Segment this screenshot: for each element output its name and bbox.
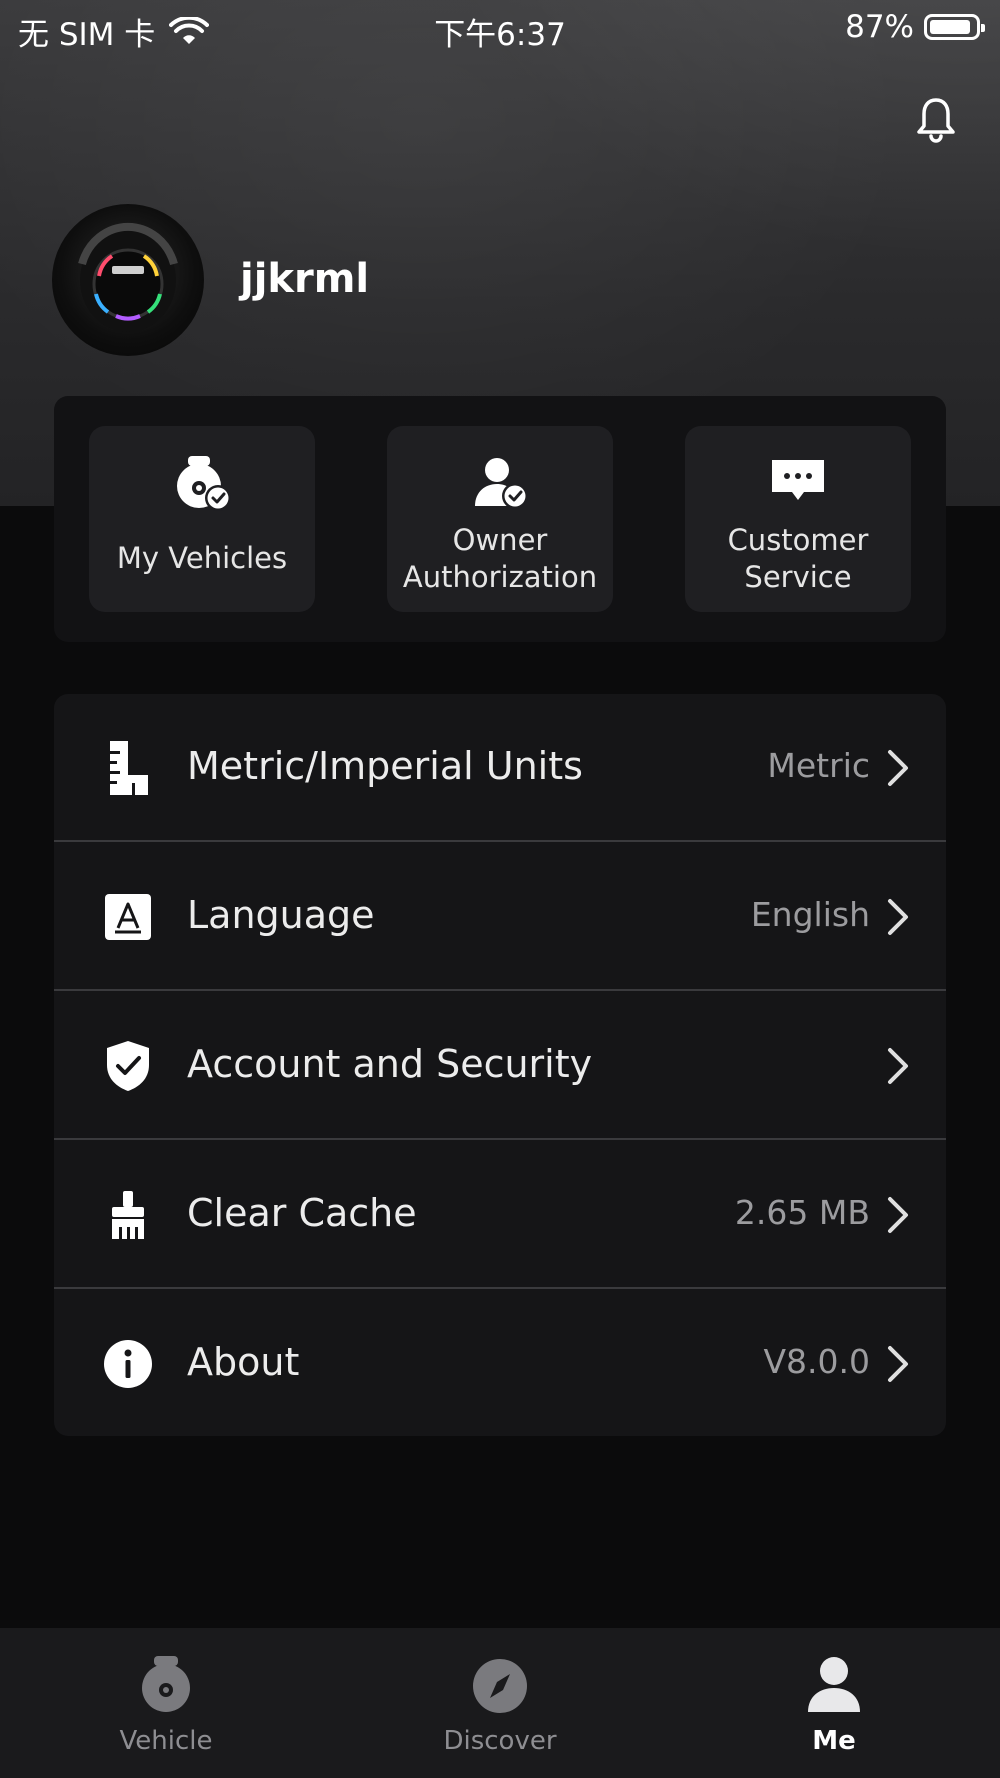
battery-percentage: 87% [845,9,914,45]
account-security-label: Account and Security [187,1042,593,1086]
row-divider [54,840,946,842]
language-label: Language [187,893,375,937]
compass-icon [473,1659,527,1713]
about-label: About [187,1340,300,1384]
ruler-icon [110,741,148,795]
units-label: Metric/Imperial Units [187,744,583,788]
cache-size-value: 2.65 MB [734,1193,870,1232]
info-icon [104,1340,152,1388]
clear-cache-label: Clear Cache [187,1191,417,1235]
wheel-icon [142,1656,190,1712]
row-divider [54,1287,946,1289]
language-value: English [750,895,870,934]
customer-service-label: Customer Service [727,523,869,594]
battery-icon [924,14,985,40]
settings-list: Metric/Imperial Units Metric Language En… [54,694,946,1436]
tab-vehicle-label: Vehicle [119,1726,213,1756]
person-icon [808,1657,860,1712]
settings-row-units[interactable]: Metric/Imperial Units Metric [54,694,946,842]
chevron-right-icon [888,750,908,786]
tab-vehicle[interactable]: Vehicle [66,1628,266,1778]
username: jjkrml [240,256,370,302]
shield-check-icon [107,1041,149,1091]
tab-discover-label: Discover [443,1726,557,1756]
version-value: V8.0.0 [763,1342,870,1381]
row-divider [54,989,946,991]
chevron-right-icon [888,1048,908,1084]
row-divider [54,1138,946,1140]
owner-authorization-button[interactable]: Owner Authorization [387,426,613,612]
vehicle-check-icon [177,456,231,511]
settings-row-about[interactable]: About V8.0.0 [54,1290,946,1436]
vehicle-avatar [78,222,178,332]
language-icon [105,894,151,940]
status-bar: 无 SIM 卡 下午6:37 87% [0,0,1000,54]
tab-discover[interactable]: Discover [400,1628,600,1778]
avatar[interactable] [52,204,204,356]
settings-row-clear-cache[interactable]: Clear Cache 2.65 MB [54,1141,946,1289]
chevron-right-icon [888,899,908,935]
chevron-right-icon [888,1197,908,1233]
bell-icon[interactable] [914,96,958,144]
customer-service-button[interactable]: Customer Service [685,426,911,612]
chevron-right-icon [888,1346,908,1382]
broom-icon [112,1191,144,1239]
tab-bar: Vehicle Discover Me [0,1628,1000,1778]
quick-actions-card: My Vehicles Owner Authorization Customer… [54,396,946,642]
tab-me[interactable]: Me [734,1628,934,1778]
settings-row-account-security[interactable]: Account and Security [54,992,946,1140]
tab-me-label: Me [812,1726,856,1756]
my-vehicles-label: My Vehicles [116,541,288,575]
chat-bubble-icon [772,460,824,500]
user-check-icon [475,458,528,509]
settings-row-language[interactable]: Language English [54,843,946,991]
my-vehicles-button[interactable]: My Vehicles [89,426,315,612]
owner-authorization-label: Owner Authorization [402,523,598,594]
units-value: Metric [767,746,870,785]
